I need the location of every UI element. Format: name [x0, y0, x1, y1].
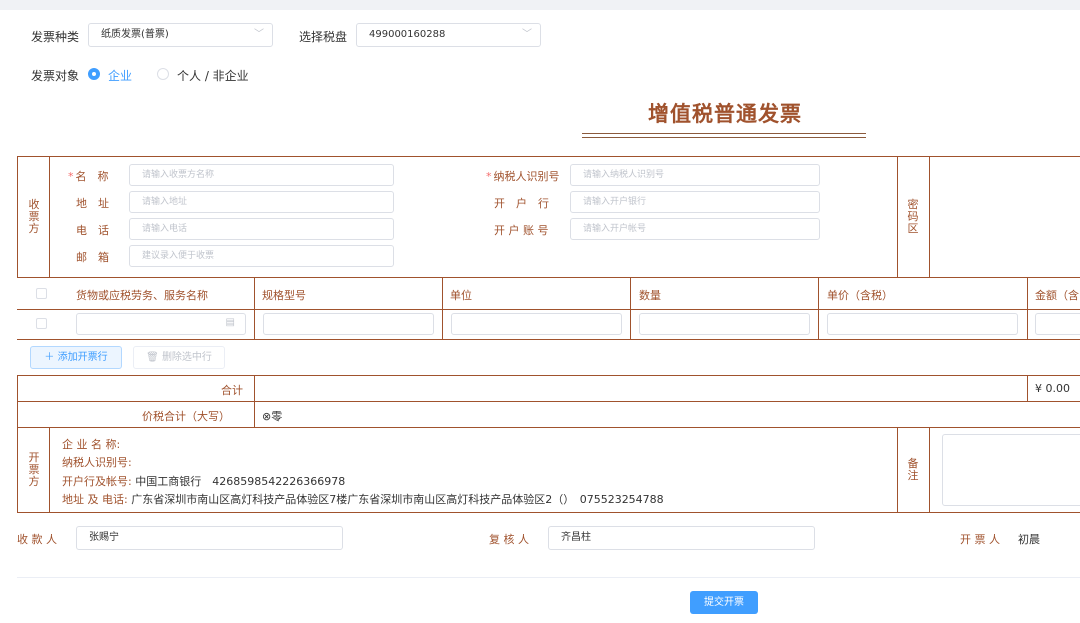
table-row-bottom-line	[17, 339, 1080, 340]
footer-divider	[17, 577, 1080, 578]
column-header-amount: 金额（含	[1035, 289, 1079, 302]
column-header-quantity: 数量	[639, 289, 661, 302]
sum-value: ¥ 0.00	[1035, 382, 1070, 395]
divider	[929, 427, 930, 513]
sum-label: 合计	[221, 384, 243, 397]
seller-taxid-label: 纳税人识别号:	[62, 456, 132, 469]
divider	[254, 278, 255, 339]
item-name-input[interactable]: ▤	[76, 313, 246, 335]
target-label: 发票对象	[31, 69, 80, 83]
title-underline	[582, 137, 866, 138]
top-bar	[0, 0, 1080, 10]
delete-row-label: 删除选中行	[161, 352, 212, 363]
buyer-section-label: 收票方	[28, 198, 40, 235]
divider	[1027, 375, 1028, 401]
column-header-spec: 规格型号	[262, 289, 306, 302]
radio-individual-label[interactable]: 个人 / 非企业	[177, 67, 249, 84]
divider	[1027, 278, 1028, 339]
seller-company-label: 企 业 名 称:	[62, 438, 121, 451]
buyer-taxid-input[interactable]: 请输入纳税人识别号	[570, 164, 820, 186]
buyer-bank-input[interactable]: 请输入开户银行	[570, 191, 820, 213]
buyer-phone-label: 电 话	[76, 224, 109, 237]
plus-icon: ＋	[44, 352, 58, 363]
divider	[254, 375, 255, 428]
buyer-taxid-label: * 纳税人识别号	[486, 170, 560, 183]
row-checkbox[interactable]	[36, 318, 47, 329]
unit-input[interactable]	[451, 313, 622, 335]
remark-textarea[interactable]	[942, 434, 1080, 506]
buyer-name-input[interactable]: 请输入收票方名称	[129, 164, 394, 186]
seller-address: 地址 及 电话: 广东省深圳市南山区高灯科技产品体验区7楼广东省深圳市南山区高灯…	[62, 493, 664, 506]
radio-enterprise-label[interactable]: 企业	[108, 67, 132, 84]
seller-section-label: 开票方	[28, 451, 40, 488]
payee-label: 收 款 人	[17, 533, 57, 546]
drawer-label: 开 票 人	[960, 533, 1000, 546]
radio-enterprise[interactable]	[88, 68, 100, 80]
divider	[442, 278, 443, 339]
buyer-address-label: 地 址	[76, 197, 109, 210]
buyer-email-label: 邮 箱	[76, 251, 109, 264]
reviewer-input[interactable]: 齐昌柱	[548, 526, 815, 550]
submit-invoice-button[interactable]: 提交开票	[690, 591, 758, 614]
buyer-email-input[interactable]: 建议录入便于收票	[129, 245, 394, 267]
chevron-down-icon: ﹀	[522, 29, 532, 40]
cipher-area-label: 密码区	[907, 198, 919, 235]
divider	[929, 156, 930, 278]
buyer-account-input[interactable]: 请输入开户帐号	[570, 218, 820, 240]
add-row-button[interactable]: ＋ 添加开票行	[30, 346, 122, 369]
title-underline	[582, 133, 866, 134]
select-all-checkbox[interactable]	[36, 288, 47, 299]
delete-row-button[interactable]: 🗑 删除选中行	[133, 346, 225, 369]
divider	[17, 401, 1080, 402]
column-header-item-name: 货物或应税劳务、服务名称	[76, 289, 208, 302]
buyer-account-label: 开 户 账 号	[494, 224, 549, 237]
tax-disk-label: 选择税盘	[299, 30, 348, 44]
invoice-type-value: 纸质发票(普票)	[101, 29, 169, 40]
column-header-unit: 单位	[450, 289, 472, 302]
divider	[630, 278, 631, 339]
drawer-value: 初晨	[1018, 533, 1040, 546]
column-header-unit-price: 单价（含税）	[827, 289, 893, 302]
list-icon[interactable]: ▤	[226, 317, 235, 328]
divider	[49, 156, 50, 278]
buyer-name-label: * 名 称	[68, 170, 109, 183]
chevron-down-icon: ﹀	[254, 29, 264, 40]
buyer-address-input[interactable]: 请输入地址	[129, 191, 394, 213]
invoice-title: 增值税普通发票	[648, 102, 802, 126]
invoice-type-label: 发票种类	[31, 30, 80, 44]
remark-label: 备注	[907, 457, 919, 482]
buyer-bank-label: 开 户 行	[494, 197, 549, 210]
trash-icon: 🗑	[146, 352, 162, 363]
quantity-input[interactable]	[639, 313, 810, 335]
radio-individual[interactable]	[157, 68, 169, 80]
amount-input[interactable]	[1035, 313, 1080, 335]
seller-bank: 开户行及帐号: 中国工商银行 4268598542226366978	[62, 475, 346, 488]
capital-total-value: ⊗零	[262, 410, 283, 423]
spec-input[interactable]	[263, 313, 434, 335]
tax-disk-value: 499000160288	[369, 29, 446, 40]
buyer-phone-input[interactable]: 请输入电话	[129, 218, 394, 240]
divider	[897, 156, 898, 278]
reviewer-label: 复 核 人	[489, 533, 529, 546]
capital-total-label: 价税合计（大写）	[142, 410, 230, 423]
invoice-type-select[interactable]: 纸质发票(普票) ﹀	[88, 23, 273, 47]
add-row-label: 添加开票行	[57, 352, 108, 363]
divider	[897, 427, 898, 513]
table-header-bottom-line	[17, 309, 1080, 310]
tax-disk-select[interactable]: 499000160288 ﹀	[356, 23, 541, 47]
divider	[818, 278, 819, 339]
payee-input[interactable]: 张赐宁	[76, 526, 343, 550]
circle-x-icon: ⊗	[262, 410, 272, 423]
unit-price-input[interactable]	[827, 313, 1018, 335]
divider	[49, 427, 50, 513]
